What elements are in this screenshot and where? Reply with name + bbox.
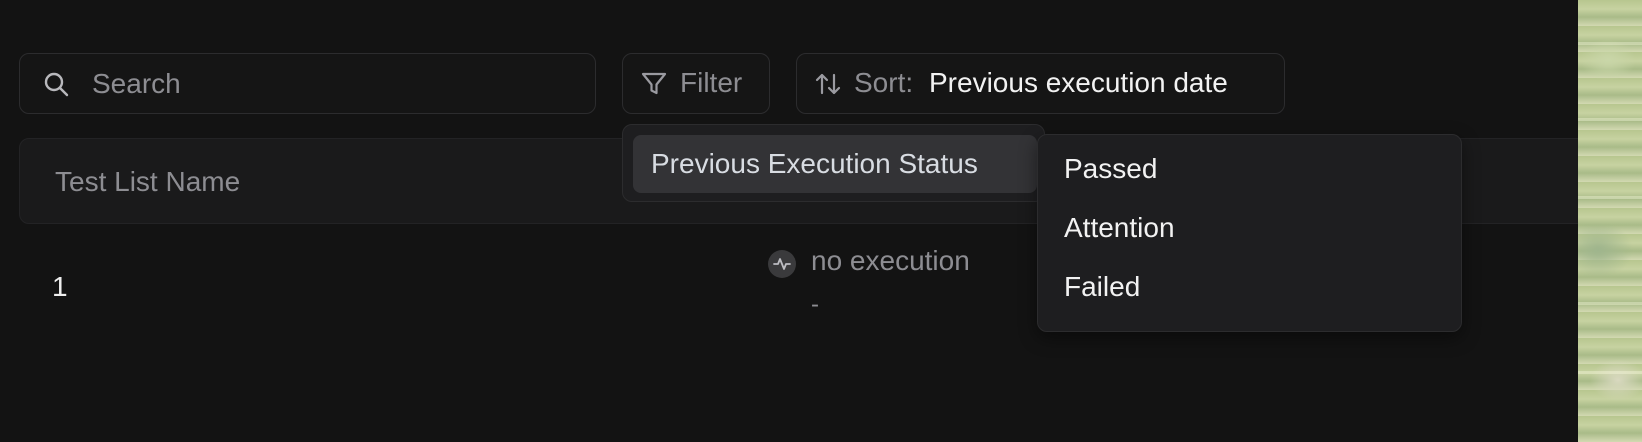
- execution-status: no execution: [811, 245, 970, 276]
- filter-button-label: Filter: [680, 67, 743, 98]
- background-painting: [1578, 0, 1642, 442]
- filter-menu: Previous Execution Status: [622, 124, 1045, 202]
- filter-option-attention[interactable]: Attention: [1064, 212, 1175, 244]
- activity-status-icon: [768, 250, 796, 278]
- sort-button[interactable]: Sort: Previous execution date: [796, 53, 1285, 114]
- filter-button[interactable]: Filter: [622, 53, 770, 114]
- sort-value: Previous execution date: [929, 67, 1228, 98]
- search-icon: [44, 72, 69, 97]
- row-name: 1: [52, 271, 68, 302]
- search-box[interactable]: [19, 53, 596, 114]
- filter-icon: [641, 72, 667, 95]
- sort-prefix: Sort:: [854, 67, 914, 98]
- filter-menu-item-previous-execution-status[interactable]: Previous Execution Status: [633, 135, 1037, 193]
- sort-arrows-icon: [815, 73, 841, 95]
- app-window: Filter Sort: Previous execution date Tes…: [0, 0, 1578, 442]
- filter-submenu: Passed Attention Failed: [1037, 134, 1462, 332]
- execution-status-subtext: -: [811, 291, 819, 318]
- column-header-test-list-name[interactable]: Test List Name: [55, 166, 240, 198]
- search-input[interactable]: [92, 64, 572, 104]
- filter-option-failed[interactable]: Failed: [1064, 271, 1140, 303]
- filter-option-passed[interactable]: Passed: [1064, 153, 1157, 185]
